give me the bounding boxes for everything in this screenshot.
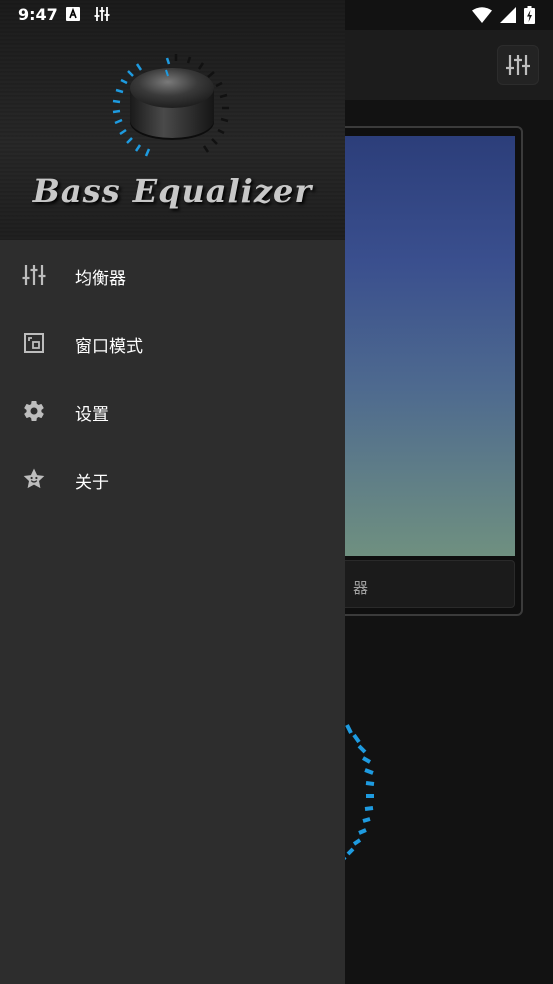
wifi-icon — [472, 7, 492, 23]
equalizer-toolbar-button[interactable] — [497, 45, 539, 85]
card-label-bar: 器 — [338, 560, 515, 608]
status-time: 9:47 — [18, 5, 58, 24]
a-badge-icon — [66, 7, 80, 21]
menu-item-label: 关于 — [75, 473, 109, 493]
signal-icon — [500, 7, 516, 23]
menu-item-label: 窗口模式 — [75, 337, 143, 357]
equalizer-sliders-icon — [506, 55, 530, 75]
menu-item-equalizer[interactable]: 均衡器 — [0, 240, 345, 308]
wallpaper-preview — [340, 136, 515, 556]
bass-knob-logo-icon — [112, 54, 229, 157]
menu-item-settings[interactable]: 设置 — [0, 376, 345, 444]
menu-item-label: 均衡器 — [75, 269, 126, 289]
status-bar: 9:47 — [0, 0, 553, 30]
star-face-icon — [22, 467, 46, 491]
equalizer-status-icon — [94, 7, 110, 21]
gear-icon — [22, 399, 46, 423]
menu-item-label: 设置 — [75, 405, 109, 425]
wallpaper-card[interactable]: 器 — [330, 126, 523, 616]
card-label: 器 — [353, 579, 369, 597]
drawer-menu: 均衡器 窗口模式 设置 关于 — [0, 240, 345, 512]
app-logo-text: Bass Equalizer — [32, 172, 313, 210]
drawer-header: Bass Equalizer — [0, 0, 345, 240]
navigation-drawer: Bass Equalizer 均衡器 窗口模式 设置 关于 — [0, 0, 345, 984]
window-mode-icon — [22, 331, 46, 355]
battery-charging-icon — [524, 6, 535, 24]
equalizer-icon — [22, 263, 46, 287]
menu-item-window-mode[interactable]: 窗口模式 — [0, 308, 345, 376]
menu-item-about[interactable]: 关于 — [0, 444, 345, 512]
